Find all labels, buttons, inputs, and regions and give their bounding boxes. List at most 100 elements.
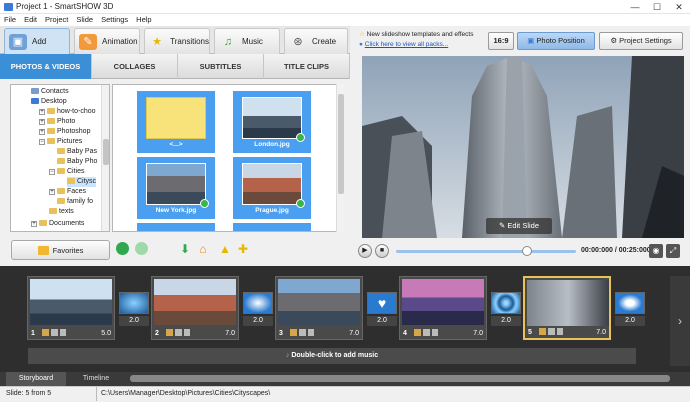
slide-thumbnail[interactable]: 4 7.0 (399, 276, 487, 340)
music-track[interactable]: ♪ Double-click to add music (28, 348, 636, 364)
transition-thumbnail[interactable] (243, 292, 273, 314)
project-settings-button[interactable]: ⚙ Project Settings (599, 32, 683, 50)
file-grid-scroll-thumb[interactable] (338, 94, 344, 194)
file-item[interactable]: London.jpg (233, 91, 311, 153)
camera-icon[interactable]: ◉ (649, 244, 663, 258)
slide-tool-icons[interactable] (414, 329, 438, 336)
file-item-parent[interactable]: <...> (137, 91, 215, 153)
app-icon (4, 3, 13, 11)
tree-scrollbar[interactable] (101, 85, 109, 231)
menu-file[interactable]: File (0, 14, 20, 26)
play-button[interactable]: ▶ (358, 244, 372, 258)
tab-music[interactable]: ♫ Music (214, 28, 280, 54)
tree-item[interactable]: family fo (57, 197, 93, 207)
tree-item[interactable]: + Documents (31, 219, 84, 229)
transition-thumbnail[interactable] (119, 292, 149, 314)
file-item[interactable]: Prague.jpg (233, 157, 311, 219)
slide-tool-icons[interactable] (42, 329, 66, 336)
expand-icon[interactable]: + (39, 129, 45, 135)
slide-thumbnail[interactable]: 3 7.0 (275, 276, 363, 340)
tree-item[interactable]: − Pictures (39, 137, 82, 147)
forward-icon[interactable] (135, 242, 148, 255)
tree-item-selected[interactable]: Citysc (67, 177, 97, 187)
menu-help[interactable]: Help (132, 14, 155, 26)
tree-item[interactable]: Desktop (31, 97, 67, 107)
file-item[interactable] (137, 223, 215, 231)
tab-animation[interactable]: ✎ Animation (74, 28, 140, 54)
edit-slide-button[interactable]: ✎ Edit Slide (486, 218, 552, 234)
tab-transitions-label: Transitions (170, 37, 209, 46)
tree-item[interactable]: Contacts (31, 87, 69, 97)
subtab-subtitles[interactable]: SUBTITLES (178, 54, 264, 79)
tree-item[interactable]: Baby Pas (57, 147, 97, 157)
menu-slide[interactable]: Slide (72, 14, 97, 26)
check-icon (200, 199, 209, 208)
subtab-collages[interactable]: COLLAGES (92, 54, 178, 79)
menu-settings[interactable]: Settings (97, 14, 132, 26)
tab-timeline[interactable]: Timeline (66, 372, 126, 386)
file-item[interactable] (233, 223, 311, 231)
tree-item[interactable]: texts (49, 207, 74, 217)
expand-icon[interactable]: + (39, 119, 45, 125)
tree-item[interactable]: + Faces (49, 187, 86, 197)
tree-item[interactable]: + how-to-choo (39, 107, 96, 117)
back-icon[interactable] (116, 242, 129, 255)
info-icon: ● (359, 41, 363, 48)
slide-thumbnail[interactable]: 1 5.0 (27, 276, 115, 340)
home-icon[interactable]: ⌂ (196, 242, 210, 256)
tree-item[interactable]: − Cities (49, 167, 85, 177)
subtab-photos-videos[interactable]: PHOTOS & VIDEOS (0, 54, 92, 79)
maximize-button[interactable]: ☐ (646, 0, 668, 14)
chevron-right-icon[interactable]: › (670, 276, 690, 366)
folder-tree[interactable]: Contacts Desktop + how-to-choo + Photo + Ph… (10, 84, 110, 232)
aspect-ratio-button[interactable]: 16:9 (488, 32, 514, 50)
heart-transition-icon[interactable]: ♥ (367, 292, 397, 314)
menu-edit[interactable]: Edit (20, 14, 41, 26)
collapse-icon[interactable]: − (39, 139, 45, 145)
minimize-button[interactable]: — (624, 0, 646, 14)
tree-scroll-thumb[interactable] (103, 139, 109, 165)
slide-thumbnail-selected[interactable]: 5 7.0 (523, 276, 611, 340)
transition-thumbnail[interactable] (491, 292, 521, 314)
slide-tool-icons[interactable] (166, 329, 190, 336)
tree-item[interactable]: + Photo (39, 117, 75, 127)
fullscreen-icon[interactable]: ⤢ (666, 244, 680, 258)
slide-tool-icons[interactable] (539, 328, 563, 335)
expand-icon[interactable]: + (39, 109, 45, 115)
transition-thumbnail[interactable] (615, 292, 645, 314)
timeline-scrollbar[interactable] (130, 375, 670, 382)
view-packs-link[interactable]: Click here to view all packs... (365, 41, 448, 48)
folder-add-icon[interactable]: ✚ (236, 242, 250, 256)
transition-duration: 2.0 (119, 316, 149, 326)
tab-add[interactable]: ▣ Add (4, 28, 70, 54)
tree-item-label: Citysc (77, 178, 97, 185)
tab-create[interactable]: ⊛ Create (284, 28, 348, 54)
file-item[interactable]: New York.jpg (137, 157, 215, 219)
slide-tool-icons[interactable] (290, 329, 314, 336)
file-grid-scrollbar[interactable] (336, 84, 344, 232)
favorites-button[interactable]: Favorites (11, 240, 110, 260)
tab-transitions[interactable]: ★ Transitions (144, 28, 210, 54)
expand-icon[interactable]: + (49, 189, 55, 195)
tree-item[interactable]: + Photoshop (39, 127, 90, 137)
tree-item[interactable]: Baby Pho (57, 157, 97, 167)
photo-icon: ▣ (527, 36, 535, 45)
arrow-down-icon[interactable]: ⬇ (178, 242, 192, 256)
folder-up-icon[interactable]: ▲ (218, 242, 232, 256)
stop-button[interactable]: ■ (375, 244, 389, 258)
collapse-icon[interactable]: − (49, 169, 55, 175)
folder-icon (57, 188, 65, 194)
close-button[interactable]: ✕ (668, 0, 690, 14)
folder-icon (47, 138, 55, 144)
folder-icon (47, 128, 55, 134)
slide-thumbnail[interactable]: 2 7.0 (151, 276, 239, 340)
seek-knob[interactable] (522, 246, 532, 256)
menu-project[interactable]: Project (41, 14, 72, 26)
photo-position-button[interactable]: ▣ Photo Position (517, 32, 595, 50)
tab-music-label: Music (242, 37, 263, 46)
seek-bar[interactable] (396, 250, 576, 253)
file-grid[interactable]: <...> London.jpg New York.jpg Prague.jpg (112, 84, 344, 232)
expand-icon[interactable]: + (31, 221, 37, 227)
subtab-title-clips[interactable]: TITLE CLIPS (264, 54, 350, 79)
tab-storyboard[interactable]: Storyboard (6, 372, 66, 386)
